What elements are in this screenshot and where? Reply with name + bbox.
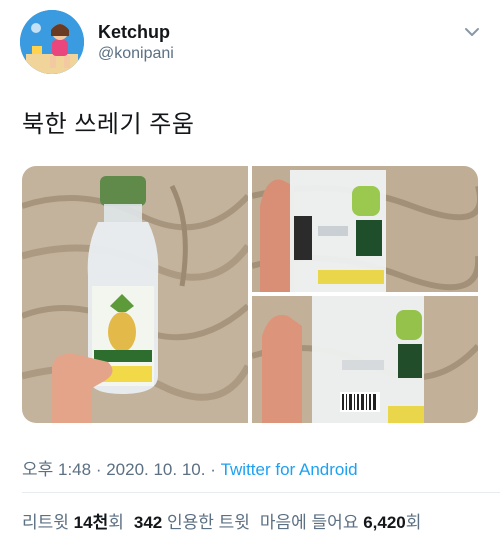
likes-stat[interactable]: 마음에 들어요 6,420회: [260, 513, 421, 532]
quotes-stat[interactable]: 342 인용한 트윗: [134, 513, 250, 532]
tweet-source[interactable]: Twitter for Android: [221, 460, 358, 479]
tweet-meta: 오후 1:48 · 2020. 10. 10. · Twitter for An…: [22, 455, 358, 480]
retweets-stat[interactable]: 리트윗 14천회: [22, 513, 124, 532]
avatar[interactable]: [20, 10, 84, 74]
media-grid: [22, 166, 478, 423]
divider: [22, 492, 500, 493]
quotes-count: 342: [133, 513, 163, 532]
tweet-stats: 리트윗 14천회 342 인용한 트윗 마음에 들어요 6,420회: [22, 508, 421, 533]
user-handle[interactable]: @konipani: [98, 45, 174, 63]
tweet-header: Ketchup @konipani: [0, 0, 500, 90]
retweets-label: 리트윗: [22, 513, 74, 532]
user-name[interactable]: Ketchup: [98, 22, 170, 43]
retweets-unit: 회: [108, 513, 124, 532]
tweet-date[interactable]: 2020. 10. 10.: [106, 460, 205, 479]
chevron-down-icon[interactable]: [462, 24, 482, 40]
tweet-photo-1[interactable]: [22, 166, 248, 423]
tweet-text: 북한 쓰레기 주움: [22, 111, 195, 138]
meta-separator: ·: [205, 460, 221, 479]
likes-count: 6,420: [363, 513, 406, 532]
likes-unit: 회: [405, 513, 422, 532]
tweet-photo-2[interactable]: [252, 166, 478, 292]
meta-separator: ·: [91, 460, 107, 479]
tweet-time[interactable]: 오후 1:48: [22, 460, 91, 479]
retweets-count: 14천: [73, 513, 109, 532]
quotes-label: 인용한 트윗: [162, 513, 250, 532]
likes-label: 마음에 들어요: [259, 513, 364, 532]
tweet-photo-3[interactable]: [252, 296, 478, 423]
